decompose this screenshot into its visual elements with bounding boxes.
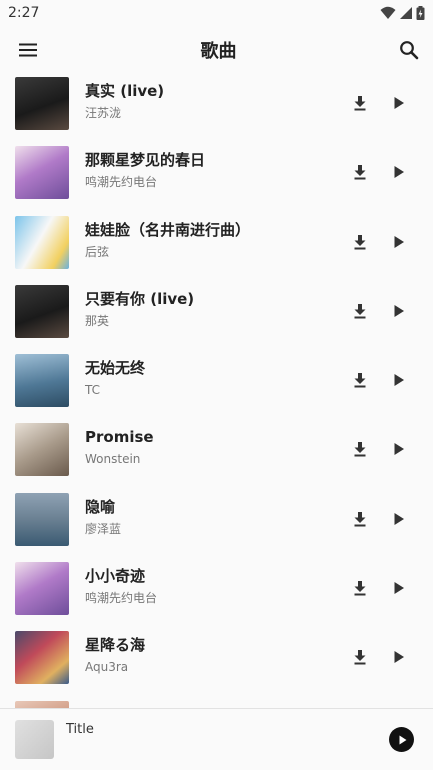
song-artist: Aqu3ra — [85, 660, 129, 675]
song-title: 只要有你 (live) — [85, 289, 195, 308]
song-artist: TC — [85, 383, 101, 398]
album-cover — [15, 284, 69, 338]
menu-icon[interactable] — [16, 38, 40, 62]
song-title: 星降る海 — [85, 636, 146, 655]
song-artist: 那英 — [85, 313, 110, 328]
download-icon[interactable] — [348, 576, 372, 600]
status-time: 2:27 — [8, 5, 40, 21]
song-title: 小小奇迹 — [85, 567, 146, 586]
download-icon[interactable] — [348, 437, 372, 461]
song-title: 那颗星梦见的春日 — [85, 151, 206, 170]
song-artist: 后弦 — [85, 244, 110, 259]
wifi-icon — [380, 6, 396, 19]
song-title: Promise — [85, 428, 154, 447]
play-icon[interactable] — [387, 230, 411, 254]
song-row[interactable]: 只要有你 (live) 那英 — [0, 277, 433, 346]
album-cover — [15, 215, 69, 269]
song-title: 真实 (live) — [85, 82, 165, 100]
song-texts: 真实 (live) 汪苏泷 — [85, 81, 164, 121]
mini-player[interactable]: Title — [0, 708, 433, 770]
song-title: 娃娃脸（名井南进行曲） — [85, 220, 251, 239]
play-icon[interactable] — [387, 576, 411, 600]
play-icon[interactable] — [387, 507, 411, 531]
song-row[interactable]: 那颗星梦见的春日鸣潮先约电台 — [0, 138, 433, 207]
download-icon[interactable] — [348, 299, 372, 323]
download-icon[interactable] — [348, 368, 372, 392]
song-row[interactable]: Town/Blunt — [0, 693, 433, 708]
song-texts: 小小奇迹鸣潮先约电台 — [85, 566, 157, 606]
download-icon[interactable] — [348, 507, 372, 531]
play-icon[interactable] — [387, 437, 411, 461]
song-artist: 廖泽蓝 — [85, 521, 122, 536]
song-texts: 只要有你 (live) 那英 — [85, 289, 194, 329]
album-cover — [15, 423, 69, 477]
battery-icon — [416, 6, 425, 20]
song-list[interactable]: 真实 (live) 汪苏泷 那颗星梦见的春日 鸣潮先约电台 娃娃脸（名井南进行曲） 后弦只… — [0, 74, 433, 708]
song-artist: 鸣潮先约电台 — [85, 591, 158, 606]
play-icon[interactable] — [387, 368, 411, 392]
song-texts: 隐喻 廖泽蓝 — [85, 497, 121, 537]
song-row[interactable]: 星降る海 Aqu3ra — [0, 623, 433, 692]
song-texts: 无始无终 TC — [85, 358, 145, 398]
mini-player-artwork — [15, 720, 54, 759]
song-row[interactable]: Promise Wonstein — [0, 415, 433, 484]
download-icon[interactable] — [348, 230, 372, 254]
search-icon[interactable] — [397, 38, 421, 62]
status-icons — [380, 6, 425, 20]
album-cover — [15, 77, 69, 130]
album-cover — [15, 631, 69, 685]
album-cover — [15, 354, 69, 408]
play-icon[interactable] — [387, 91, 411, 115]
song-texts: 那颗星梦见的春日鸣潮先约电台 — [85, 150, 205, 190]
download-icon[interactable] — [348, 91, 372, 115]
song-artist: Wonstein — [85, 452, 141, 467]
album-cover — [15, 700, 69, 708]
song-artist: 鸣潮先约电台 — [85, 175, 158, 190]
signal-icon — [400, 7, 412, 19]
app-bar: 歌曲 — [0, 26, 433, 74]
song-row[interactable]: 无始无终 TC — [0, 346, 433, 415]
song-title: 隐喻 — [85, 497, 116, 516]
download-icon[interactable] — [348, 160, 372, 184]
mini-player-title: Title — [66, 722, 94, 737]
song-texts: Promise Wonstein — [85, 427, 154, 467]
song-texts: 娃娃脸（名井南进行曲） 后弦 — [85, 220, 250, 260]
play-icon[interactable] — [387, 645, 411, 669]
song-row[interactable]: 娃娃脸（名井南进行曲） 后弦 — [0, 208, 433, 277]
play-icon[interactable] — [387, 299, 411, 323]
album-cover — [15, 562, 69, 616]
song-title: 无始无终 — [85, 359, 146, 378]
album-cover — [15, 492, 69, 546]
song-row[interactable]: 小小奇迹鸣潮先约电台 — [0, 554, 433, 623]
play-circle-icon[interactable] — [389, 727, 414, 752]
status-bar: 2:27 — [0, 0, 433, 26]
album-cover — [15, 146, 69, 200]
song-row[interactable]: 隐喻 廖泽蓝 — [0, 485, 433, 554]
play-icon[interactable] — [387, 160, 411, 184]
page-title: 歌曲 — [200, 41, 237, 62]
song-texts: 星降る海 Aqu3ra — [85, 635, 145, 675]
song-artist: 汪苏泷 — [85, 106, 122, 120]
song-row[interactable]: 真实 (live) 汪苏泷 — [0, 74, 433, 138]
download-icon[interactable] — [348, 645, 372, 669]
